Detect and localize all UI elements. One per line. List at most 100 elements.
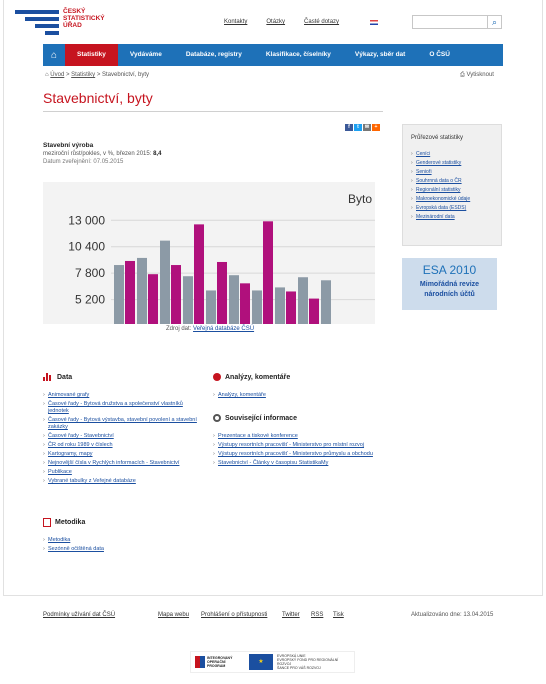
y-tick-label: 7 800 — [75, 266, 105, 280]
search-button[interactable]: ⌕ — [488, 15, 502, 29]
footer-link-tisk[interactable]: Tisk — [333, 612, 344, 618]
nav-databaze[interactable]: Databáze, registry — [174, 44, 254, 66]
link-caste-dotazy[interactable]: Časté dotazy — [304, 19, 339, 25]
bar — [137, 257, 147, 324]
chart-title: Byto — [348, 192, 373, 206]
chart: 13 000 10 400 7 800 5 200 Byto — [43, 182, 375, 324]
footer-link-mapa[interactable]: Mapa webu — [158, 612, 189, 618]
souvisejici-list: Prezentace a tiskové konference Výstupy … — [213, 433, 373, 469]
nav-o-csu[interactable]: O ČSÚ — [417, 44, 462, 66]
sidebar-item-regionalni[interactable]: Regionální statistiky — [411, 187, 493, 193]
bar — [171, 265, 181, 324]
nav-vydavame[interactable]: Vydáváme — [118, 44, 174, 66]
crumb-current: Stavebnictví, byty — [102, 72, 150, 78]
sidebar-item-ceny[interactable]: Ceníci — [411, 151, 493, 157]
metodika-list: Metodika Sezónně očištěná data — [43, 537, 203, 555]
sidebar-item-makro[interactable]: Makroekonomické údaje — [411, 196, 493, 202]
source-link[interactable]: Veřejná databáze ČSÚ — [193, 326, 254, 332]
list-item[interactable]: Prezentace a tiskové konference — [213, 433, 373, 440]
nav-klasifikace[interactable]: Klasifikace, číselníky — [254, 44, 343, 66]
sidebar-item-souhrnna[interactable]: Souhrnná data o ČR — [411, 178, 493, 184]
eu-flag-icon: ★ — [249, 654, 273, 670]
sidebar-item-seniori[interactable]: Senioři — [411, 169, 493, 175]
eu-text: EVROPSKÁ UNIE EVROPSKÝ FOND PRO REGIONÁL… — [277, 654, 347, 670]
nav-vykazy[interactable]: Výkazy, sběr dat — [343, 44, 417, 66]
sidebar-item-mezinarodni[interactable]: Mezinárodní data — [411, 214, 493, 220]
section-souvisejici-title: Související informace — [225, 414, 297, 422]
bar — [160, 240, 170, 324]
data-list: Animované grafy Časové řady - Bytová dru… — [43, 392, 203, 487]
cross-statistics-box: Průřezové statistiky Ceníci Genderové st… — [402, 124, 502, 246]
bar — [298, 277, 308, 324]
bar — [114, 265, 124, 324]
main-nav: ⌂ Statistiky Vydáváme Databáze, registry… — [43, 44, 503, 66]
list-item[interactable]: Výstupy resortních pracovišť - Ministers… — [213, 442, 373, 449]
list-item[interactable]: Animované grafy — [43, 392, 203, 399]
chart-source: Zdroj dat: Veřejná databáze ČSÚ — [166, 326, 254, 332]
twitter-icon[interactable]: t — [354, 124, 362, 131]
section-analyzy-heading: Analýzy, komentáře — [213, 373, 290, 381]
print-link[interactable]: ⎙ Vytisknout — [460, 72, 494, 79]
bar — [309, 298, 319, 324]
section-data-title: Data — [57, 373, 73, 381]
footer-link-rss[interactable]: RSS — [311, 612, 323, 618]
logo-mark-icon — [15, 10, 59, 38]
document-icon — [43, 518, 51, 527]
crumb-statistiky[interactable]: Statistiky — [71, 72, 95, 78]
home-icon[interactable]: ⌂ — [43, 44, 65, 66]
list-item[interactable]: Nejnovější čísla v Rychlých informacích … — [43, 460, 203, 467]
y-tick-label: 10 400 — [68, 240, 105, 254]
list-item[interactable]: Sezónně očištěná data — [43, 546, 203, 553]
footer-link-pristupnost[interactable]: Prohlášení o přístupnosti — [201, 612, 267, 618]
english-flag-icon[interactable] — [370, 20, 378, 25]
share-plus-icon[interactable]: + — [372, 124, 380, 131]
sidebar-item-gender[interactable]: Genderové statistiky — [411, 160, 493, 166]
stat-line-prefix: meziroční růst/pokles, v %, březen 2015: — [43, 151, 152, 157]
iop-logo: INTEGROVANÝ OPERAČNÍ PROGRAM — [195, 656, 245, 668]
stat-value: 8,4 — [153, 151, 162, 157]
link-otazky[interactable]: Otázky — [266, 19, 285, 25]
email-icon[interactable]: ✉ — [363, 124, 371, 131]
list-item[interactable]: Publikace — [43, 469, 203, 476]
list-item[interactable]: Časové řady - Bytová výstavba, stavební … — [43, 417, 203, 431]
list-item[interactable]: Časové řady - Stavebnictví — [43, 433, 203, 440]
home-small-icon: ⌂ — [45, 72, 49, 78]
crumb-uvod[interactable]: Úvod — [50, 72, 64, 78]
section-metodika-heading: Metodika — [43, 518, 85, 527]
bar — [286, 291, 296, 324]
bar — [321, 280, 331, 324]
csu-logo[interactable]: ČESKÝ STATISTICKÝ ÚŘAD — [15, 8, 115, 40]
bar — [240, 283, 250, 324]
source-prefix: Zdroj dat: — [166, 326, 192, 332]
section-souvisejici-heading: Související informace — [213, 414, 297, 422]
list-item[interactable]: ČR od roku 1989 v číslech — [43, 442, 203, 449]
list-item[interactable]: Analýzy, komentáře — [213, 392, 373, 399]
stat-line: meziroční růst/pokles, v %, březen 2015:… — [43, 151, 161, 157]
bar — [194, 224, 204, 324]
list-item[interactable]: Metodika — [43, 537, 203, 544]
section-analyzy-title: Analýzy, komentáře — [225, 373, 291, 381]
analysis-icon — [213, 373, 221, 381]
link-kontakty[interactable]: Kontakty — [224, 19, 247, 25]
list-item[interactable]: Stavebnictví - Články v časopisu Statist… — [213, 460, 373, 467]
bar — [183, 276, 193, 324]
sidebar-item-esds[interactable]: Evropská data (ESDS) — [411, 205, 493, 211]
list-item[interactable]: Kartogramy, mapy — [43, 451, 203, 458]
list-item[interactable]: Vybrané tabulky z Veřejné databáze — [43, 478, 203, 485]
esa-banner[interactable]: ESA 2010 Mimořádná revize národních účtů — [402, 258, 497, 310]
stat-date: Datum zveřejnění: 07.05.2015 — [43, 159, 124, 165]
bar — [252, 290, 262, 324]
footer-link-twitter[interactable]: Twitter — [282, 612, 300, 618]
eu-line: ŠANCE PRO VÁŠ ROZVOJ — [277, 666, 321, 670]
section-metodika-title: Metodika — [55, 519, 86, 526]
eu-funding-logos: INTEGROVANÝ OPERAČNÍ PROGRAM ★ EVROPSKÁ … — [190, 651, 355, 673]
bar — [217, 261, 227, 324]
printer-icon: ⎙ — [460, 72, 465, 78]
top-links: Kontakty Otázky Časté dotazy — [224, 19, 358, 25]
facebook-icon[interactable]: f — [345, 124, 353, 131]
list-item[interactable]: Výstupy resortních pracovišť - Ministers… — [213, 451, 373, 458]
nav-statistiky[interactable]: Statistiky — [65, 44, 118, 66]
list-item[interactable]: Časové řady - Bytová družstva a společen… — [43, 401, 203, 415]
footer-link-podminky[interactable]: Podmínky užívání dat ČSÚ — [43, 612, 115, 618]
search-input[interactable] — [412, 15, 488, 29]
